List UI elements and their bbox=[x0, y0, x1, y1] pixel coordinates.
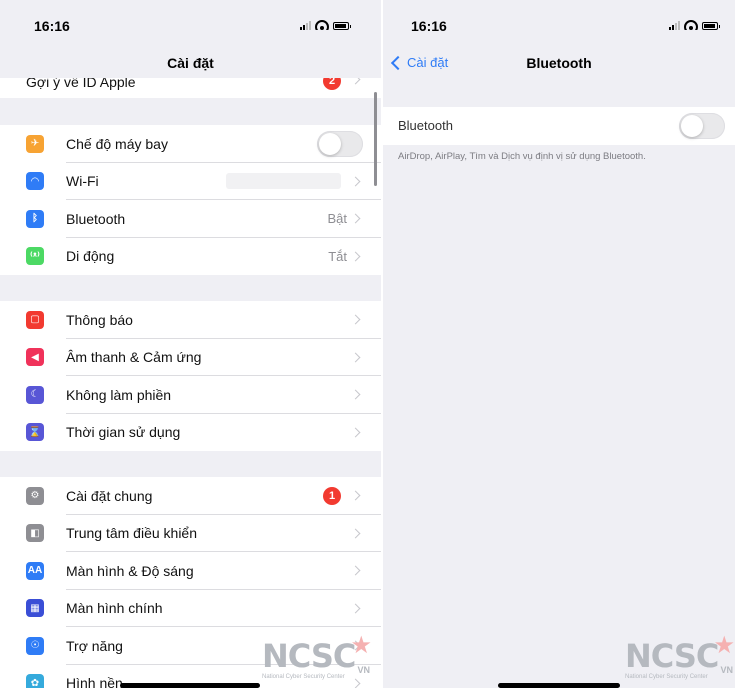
status-time: 16:16 bbox=[34, 18, 70, 34]
apple-id-suggestion-row[interactable]: Gợi ý về ID Apple 2 bbox=[0, 78, 381, 98]
ncsc-watermark-logo: NCSC ★ VN National Cyber Security Center bbox=[262, 632, 372, 681]
notifications-group: ▢ Thông báo ◀ Âm thanh & Cảm ứng ☾ Không làm … bbox=[0, 301, 381, 451]
nav-bar: Cài đặt Bluetooth bbox=[383, 48, 735, 76]
wifi-icon: ◠ bbox=[26, 172, 44, 191]
accessibility-icon: ☉ bbox=[26, 636, 44, 655]
status-bar: 16:16 bbox=[383, 0, 735, 40]
settings-row-label: Di động bbox=[66, 248, 115, 265]
wallpaper-icon: ✿ bbox=[26, 674, 44, 688]
settings-row-moon[interactable]: ☾ Không làm phiền bbox=[0, 376, 381, 414]
display-icon: AA bbox=[26, 561, 44, 580]
status-icons bbox=[669, 20, 720, 30]
settings-row-sound[interactable]: ◀ Âm thanh & Cảm ứng bbox=[0, 339, 381, 376]
battery-icon bbox=[333, 22, 351, 30]
settings-row-label: Hình nền bbox=[66, 675, 123, 688]
airplane-icon: ✈ bbox=[26, 134, 44, 153]
chevron-right-icon bbox=[350, 176, 361, 187]
settings-row-value: Tắt bbox=[328, 248, 347, 264]
settings-row-hourglass[interactable]: ⌛ Thời gian sử dụng bbox=[0, 414, 381, 452]
bluetooth-icon: ᛒ bbox=[26, 209, 44, 228]
settings-row-cellular[interactable]: ⁽ᵜ⁾ Di động Tắt bbox=[0, 238, 381, 276]
settings-row-label: Màn hình chính bbox=[66, 600, 163, 617]
battery-icon bbox=[702, 22, 720, 30]
settings-row-label: Màn hình & Độ sáng bbox=[66, 562, 194, 579]
settings-row-label: Âm thanh & Cảm ứng bbox=[66, 349, 202, 366]
chevron-right-icon bbox=[350, 314, 361, 325]
chevron-right-icon bbox=[350, 389, 361, 400]
wifi-status-icon bbox=[315, 20, 329, 30]
scrollbar[interactable] bbox=[374, 92, 377, 186]
home-indicator[interactable] bbox=[498, 683, 620, 688]
status-icons bbox=[300, 20, 351, 30]
settings-row-display[interactable]: AA Màn hình & Độ sáng bbox=[0, 552, 381, 590]
settings-row-value: Bật bbox=[327, 211, 347, 227]
nav-bar: Cài đặt bbox=[0, 48, 381, 78]
moon-icon: ☾ bbox=[26, 385, 44, 404]
settings-row-notifications[interactable]: ▢ Thông báo bbox=[0, 301, 381, 339]
settings-row-label: Bluetooth bbox=[66, 210, 126, 227]
settings-row-bluetooth[interactable]: ᛒ Bluetooth Bật bbox=[0, 200, 381, 238]
wifi-status-icon bbox=[684, 20, 698, 30]
ncsc-watermark-logo: NCSC ★ VN National Cyber Security Center bbox=[625, 632, 735, 681]
hourglass-icon: ⌛ bbox=[26, 423, 44, 442]
airplane-mode-toggle[interactable] bbox=[317, 131, 363, 157]
cellular-icon: ⁽ᵜ⁾ bbox=[26, 247, 44, 266]
status-time: 16:16 bbox=[411, 18, 447, 34]
chevron-right-icon bbox=[350, 565, 361, 576]
settings-row-label: Thời gian sử dụng bbox=[66, 424, 181, 441]
bluetooth-screen: 16:16 Cài đặt Bluetooth Bluetooth AirDro… bbox=[383, 0, 735, 688]
apple-id-badge: 2 bbox=[323, 78, 341, 90]
status-bar: 16:16 bbox=[0, 0, 381, 40]
bluetooth-footer-note: AirDrop, AirPlay, Tìm và Dịch vụ định vị… bbox=[398, 151, 646, 162]
chevron-right-icon bbox=[350, 490, 361, 501]
settings-row-gear[interactable]: ⚙ Cài đặt chung 1 bbox=[0, 477, 381, 515]
wifi-network-name-redacted bbox=[226, 173, 341, 190]
sound-icon: ◀ bbox=[26, 348, 44, 367]
connectivity-group: ✈ Chế độ máy bay ◠ Wi-Fi ᛒ Bluetooth Bật ⁽ᵜ⁾ Di … bbox=[0, 125, 381, 275]
chevron-right-icon bbox=[350, 213, 361, 224]
settings-row-label: Trung tâm điều khiển bbox=[66, 525, 197, 542]
settings-screen: 16:16 Cài đặt Gợi ý về ID Apple 2 ✈ Chế đ… bbox=[0, 0, 381, 688]
signal-icon bbox=[669, 21, 680, 30]
settings-row-label: Trợ năng bbox=[66, 637, 123, 654]
chevron-right-icon bbox=[350, 251, 361, 262]
chevron-right-icon bbox=[350, 528, 361, 539]
page-title: Cài đặt bbox=[167, 55, 214, 71]
notification-badge: 1 bbox=[323, 486, 341, 505]
chevron-right-icon bbox=[350, 78, 361, 85]
chevron-right-icon bbox=[350, 352, 361, 363]
signal-icon bbox=[300, 21, 311, 30]
settings-row-label: Cài đặt chung bbox=[66, 487, 153, 504]
notifications-icon: ▢ bbox=[26, 310, 44, 329]
control-center-icon: ◧ bbox=[26, 524, 44, 543]
bluetooth-row-label: Bluetooth bbox=[398, 118, 453, 133]
settings-row-label: Không làm phiền bbox=[66, 386, 172, 403]
settings-row-label: Thông báo bbox=[66, 311, 133, 328]
chevron-right-icon bbox=[350, 603, 361, 614]
chevron-right-icon bbox=[350, 427, 361, 438]
bluetooth-toggle-row: Bluetooth bbox=[383, 107, 735, 145]
home-screen-icon: ▦ bbox=[26, 599, 44, 618]
apple-id-suggestion-label: Gợi ý về ID Apple bbox=[26, 78, 136, 90]
settings-row-control-center[interactable]: ◧ Trung tâm điều khiển bbox=[0, 515, 381, 552]
settings-row-label: Wi-Fi bbox=[66, 173, 99, 190]
settings-row-airplane[interactable]: ✈ Chế độ máy bay bbox=[0, 125, 381, 163]
settings-row-home-screen[interactable]: ▦ Màn hình chính bbox=[0, 590, 381, 627]
page-title: Bluetooth bbox=[526, 55, 592, 71]
home-indicator[interactable] bbox=[120, 683, 260, 688]
settings-row-label: Chế độ máy bay bbox=[66, 135, 168, 152]
settings-row-wifi[interactable]: ◠ Wi-Fi bbox=[0, 163, 381, 200]
gear-icon: ⚙ bbox=[26, 486, 44, 505]
bluetooth-toggle[interactable] bbox=[679, 113, 725, 139]
